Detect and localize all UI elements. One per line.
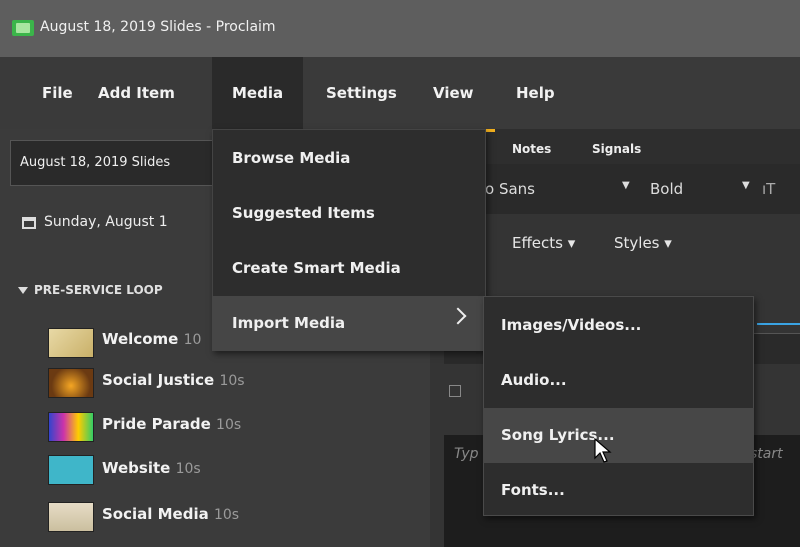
thumbnail-website bbox=[48, 455, 94, 485]
mouse-pointer-icon bbox=[594, 438, 612, 463]
thumbnail-social-media bbox=[48, 502, 94, 532]
dropdown-arrow-icon[interactable]: ▼ bbox=[742, 180, 750, 191]
triangle-down-icon[interactable] bbox=[18, 287, 28, 294]
tab-notes[interactable]: Notes bbox=[512, 142, 551, 156]
menu-settings[interactable]: Settings bbox=[326, 57, 397, 129]
list-item[interactable]: Social Media 10s bbox=[102, 505, 239, 523]
menu-item-create-smart-media[interactable]: Create Smart Media bbox=[212, 241, 486, 296]
menu-item-browse-media[interactable]: Browse Media bbox=[212, 131, 486, 186]
menu-media[interactable]: Media bbox=[232, 57, 283, 129]
menu-item-import-media[interactable]: Import Media bbox=[212, 296, 486, 351]
service-date[interactable]: Sunday, August 1 bbox=[44, 214, 168, 230]
app-icon bbox=[12, 20, 34, 36]
tab-active-indicator bbox=[485, 129, 495, 132]
menu-help[interactable]: Help bbox=[516, 57, 555, 129]
menu-view[interactable]: View bbox=[433, 57, 474, 129]
submenu-item-audio[interactable]: Audio... bbox=[483, 353, 754, 408]
submenu-item-images-videos[interactable]: Images/Videos... bbox=[483, 298, 754, 353]
thumbnail-welcome bbox=[48, 328, 94, 358]
styles-button[interactable]: Styles ▾ bbox=[614, 234, 672, 252]
list-item[interactable]: Pride Parade 10s bbox=[102, 415, 241, 433]
section-header[interactable]: PRE-SERVICE LOOP bbox=[34, 283, 163, 297]
list-item[interactable]: Website 10s bbox=[102, 459, 201, 477]
thumbnail-pride-parade bbox=[48, 412, 94, 442]
window-title: August 18, 2019 Slides - Proclaim bbox=[40, 19, 276, 35]
list-item[interactable]: Welcome 10 bbox=[102, 330, 201, 348]
focus-underline bbox=[757, 323, 800, 325]
font-weight-select[interactable]: Bold bbox=[650, 180, 683, 198]
submenu-item-song-lyrics[interactable]: Song Lyrics... bbox=[483, 408, 754, 463]
menu-item-suggested-items[interactable]: Suggested Items bbox=[212, 186, 486, 241]
effects-button[interactable]: Effects ▾ bbox=[512, 234, 575, 252]
editor-placeholder: Typ bbox=[454, 446, 479, 462]
font-family-select[interactable]: o Sans bbox=[485, 180, 535, 198]
thumbnail-social-justice bbox=[48, 368, 94, 398]
list-item[interactable]: Social Justice 10s bbox=[102, 371, 245, 389]
editor-placeholder-end: start bbox=[750, 446, 783, 462]
menu-add-item[interactable]: Add Item bbox=[98, 57, 175, 129]
presentation-select-value: August 18, 2019 Slides bbox=[20, 155, 171, 170]
submenu-item-fonts[interactable]: Fonts... bbox=[483, 463, 754, 518]
tab-signals[interactable]: Signals bbox=[592, 142, 641, 156]
calendar-icon bbox=[22, 217, 36, 229]
dropdown-arrow-icon[interactable]: ▼ bbox=[622, 180, 630, 191]
option-checkbox[interactable] bbox=[449, 385, 461, 397]
menu-file[interactable]: File bbox=[42, 57, 73, 129]
font-size-icon[interactable]: ıT bbox=[762, 180, 775, 198]
